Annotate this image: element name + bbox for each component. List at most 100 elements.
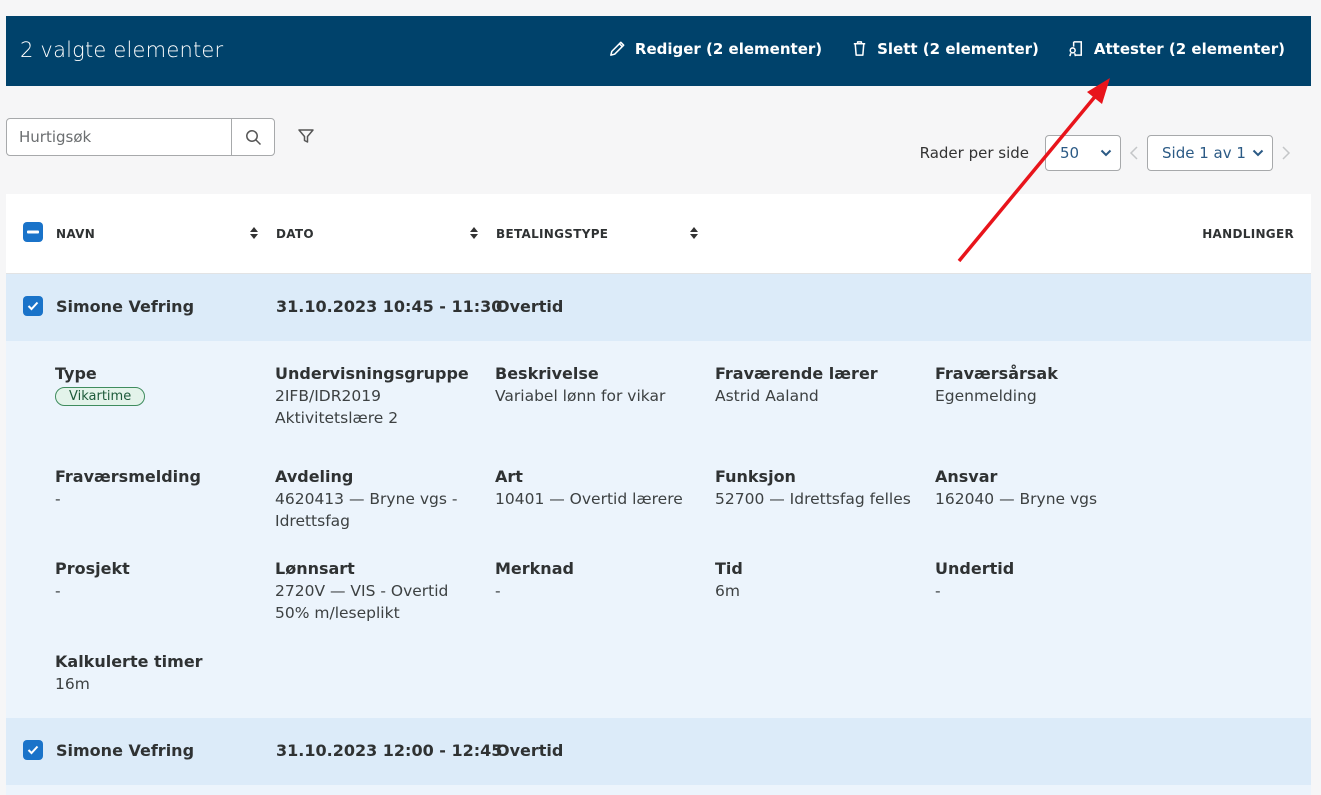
detail-absent-teacher: Fraværende lærer Astrid Aaland <box>715 363 878 407</box>
detail-department: Avdeling 4620413 — Bryne vgs - Idrettsfa… <box>275 466 457 532</box>
detail-value: 16m <box>55 675 90 693</box>
column-header-name[interactable]: NAVN <box>56 227 95 241</box>
detail-undertime: Undertid - <box>935 558 1014 602</box>
row-paytype: Overtid <box>496 297 564 316</box>
detail-label: Undertid <box>935 559 1015 578</box>
detail-responsibility: Ansvar 162040 — Bryne vgs <box>935 466 1097 510</box>
detail-art: Art 10401 — Overtid lærere <box>495 466 683 510</box>
detail-project: Prosjekt - <box>55 558 130 602</box>
detail-value: 10401 — Overtid lærere <box>495 490 683 508</box>
row-details-panel: Type Vikartime Undervisningsgruppe 2IFB/… <box>6 341 1311 718</box>
detail-label: Avdeling <box>275 467 354 486</box>
detail-label: Prosjekt <box>55 559 130 578</box>
row-paytype: Overtid <box>496 741 564 760</box>
previous-page-button[interactable] <box>1121 145 1147 161</box>
column-header-actions: HANDLINGER <box>1202 227 1294 241</box>
bulk-actions: Rediger (2 elementer) Slett (2 elementer… <box>608 39 1285 58</box>
row-date: 31.10.2023 12:00 - 12:45 <box>276 741 503 760</box>
selection-action-bar: 2 valgte elementer Rediger (2 elementer)… <box>6 16 1311 86</box>
detail-label: Lønnsart <box>275 559 355 578</box>
select-all-checkbox[interactable] <box>23 222 43 242</box>
detail-label: Fraværende lærer <box>715 364 878 383</box>
row-checkbox[interactable] <box>23 740 43 760</box>
page-select[interactable]: Side 1 av 1 <box>1147 135 1273 171</box>
detail-value: - <box>55 490 61 508</box>
detail-value: - <box>935 582 941 600</box>
attest-icon <box>1069 41 1082 57</box>
edit-button-label: Rediger (2 elementer) <box>634 39 823 58</box>
detail-value: 6m <box>715 582 740 600</box>
data-table: NAVN DATO BETALINGSTYPE HANDLINGER Simon… <box>6 194 1311 795</box>
attest-button-label: Attester (2 elementer) <box>1093 39 1285 58</box>
next-page-button[interactable] <box>1273 145 1299 161</box>
search-button[interactable] <box>231 119 274 155</box>
detail-teaching-group: Undervisningsgruppe 2IFB/IDR2019 Aktivit… <box>275 363 469 429</box>
detail-label: Fraværsmelding <box>55 467 201 486</box>
sort-icon[interactable] <box>249 226 259 240</box>
table-row[interactable]: Simone Vefring 31.10.2023 10:45 - 11:30 … <box>6 274 1311 341</box>
detail-value: 162040 — Bryne vgs <box>935 490 1098 508</box>
column-header-date[interactable]: DATO <box>276 227 314 241</box>
detail-value: 2IFB/IDR2019 Aktivitetslære 2 <box>275 387 399 427</box>
detail-value: - <box>55 582 61 600</box>
detail-label: Kalkulerte timer <box>55 652 203 671</box>
delete-button-label: Slett (2 elementer) <box>877 39 1039 58</box>
row-details-panel <box>6 785 1311 795</box>
sort-icon[interactable] <box>689 226 699 240</box>
detail-label: Merknad <box>495 559 574 578</box>
quick-search <box>6 118 275 156</box>
detail-value: Egenmelding <box>935 387 1037 405</box>
detail-absence-notice: Fraværsmelding - <box>55 466 201 510</box>
detail-label: Type <box>55 364 97 383</box>
column-header-paytype[interactable]: BETALINGSTYPE <box>496 227 608 241</box>
search-icon <box>245 129 261 145</box>
detail-label: Funksjon <box>715 467 796 486</box>
delete-button[interactable]: Slett (2 elementer) <box>850 39 1039 58</box>
rows-per-page-value: 50 <box>1060 144 1080 162</box>
checkbox-checked-icon <box>27 745 39 755</box>
checkbox-checked-icon <box>27 301 39 311</box>
chevron-down-icon <box>1100 149 1112 157</box>
detail-label: Undervisningsgruppe <box>275 364 469 383</box>
detail-value: 52700 — Idrettsfag felles <box>715 490 911 508</box>
table-header: NAVN DATO BETALINGSTYPE HANDLINGER <box>6 194 1311 274</box>
detail-label: Fraværsårsak <box>935 364 1058 383</box>
selection-count-title: 2 valgte elementer <box>20 38 224 62</box>
chevron-right-icon <box>1282 146 1291 160</box>
detail-value: 4620413 — Bryne vgs - Idrettsfag <box>275 490 458 530</box>
row-date: 31.10.2023 10:45 - 11:30 <box>276 297 503 316</box>
rows-per-page-select[interactable]: 50 <box>1045 135 1121 171</box>
rows-per-page-label: Rader per side <box>919 144 1029 162</box>
row-name: Simone Vefring <box>56 741 195 760</box>
pencil-icon <box>609 41 625 56</box>
search-input[interactable] <box>7 119 231 155</box>
pagination: Rader per side 50 Side 1 av 1 <box>920 135 1299 171</box>
detail-label: Ansvar <box>935 467 998 486</box>
edit-button[interactable]: Rediger (2 elementer) <box>608 39 822 58</box>
row-checkbox[interactable] <box>23 296 43 316</box>
detail-wage-type: Lønnsart 2720V — VIS - Overtid 50% m/les… <box>275 558 448 624</box>
detail-type: Type Vikartime <box>55 363 146 406</box>
row-name: Simone Vefring <box>56 297 195 316</box>
detail-label: Beskrivelse <box>495 364 599 383</box>
chevron-left-icon <box>1129 146 1138 160</box>
detail-value: 2720V — VIS - Overtid 50% m/leseplikt <box>275 582 449 622</box>
detail-value: - <box>495 582 501 600</box>
detail-remark: Merknad - <box>495 558 574 602</box>
checkbox-indeterminate-icon <box>27 230 39 234</box>
detail-label: Art <box>495 467 523 486</box>
detail-time: Tid 6m <box>715 558 743 602</box>
chevron-down-icon <box>1252 149 1264 157</box>
page-select-value: Side 1 av 1 <box>1162 144 1246 162</box>
detail-calculated-hours: Kalkulerte timer 16m <box>55 651 203 695</box>
detail-value: Variabel lønn for vikar <box>495 387 666 405</box>
attest-button[interactable]: Attester (2 elementer) <box>1067 39 1285 58</box>
filter-icon[interactable] <box>296 126 316 146</box>
detail-value: Astrid Aaland <box>715 387 819 405</box>
type-badge: Vikartime <box>55 387 146 406</box>
detail-label: Tid <box>715 559 743 578</box>
table-row[interactable]: Simone Vefring 31.10.2023 12:00 - 12:45 … <box>6 718 1311 785</box>
trash-icon <box>853 41 866 56</box>
detail-function: Funksjon 52700 — Idrettsfag felles <box>715 466 911 510</box>
sort-icon[interactable] <box>469 226 479 240</box>
